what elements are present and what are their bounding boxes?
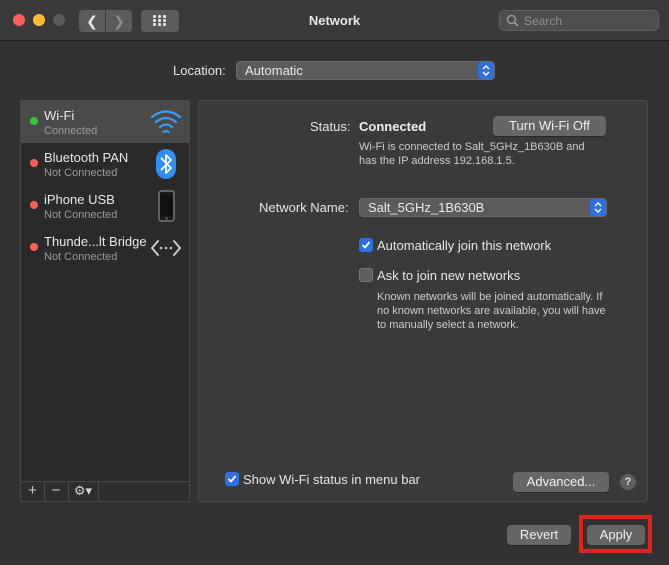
service-item-wifi[interactable]: Wi-Fi Connected: [21, 101, 189, 143]
service-state: Not Connected: [44, 209, 118, 221]
service-name: Wi-Fi: [44, 108, 75, 123]
bluetooth-icon: [156, 149, 176, 179]
service-list-toolbar: + − ⚙▾: [20, 482, 190, 502]
status-value: Connected: [359, 119, 427, 134]
search-icon: [506, 14, 519, 27]
status-dot: [30, 243, 38, 251]
updown-arrows-icon: [478, 62, 494, 79]
revert-button[interactable]: Revert: [507, 525, 571, 545]
auto-join-label[interactable]: Automatically join this network: [377, 238, 551, 253]
service-name: Bluetooth PAN: [44, 150, 129, 165]
checkmark-icon: [227, 475, 237, 483]
apply-highlight-box: [579, 515, 652, 553]
turn-wifi-off-button[interactable]: Turn Wi-Fi Off: [493, 116, 606, 136]
location-label: Location:: [173, 63, 226, 78]
remove-service-button[interactable]: −: [44, 482, 69, 501]
show-menubar-label[interactable]: Show Wi-Fi status in menu bar: [243, 472, 420, 487]
status-description-line: Wi-Fi is connected to Salt_5GHz_1B630B a…: [359, 141, 585, 153]
updown-arrows-icon: [590, 199, 606, 216]
status-description-line: has the IP address 192.168.1.5.: [359, 155, 515, 167]
ask-join-checkbox[interactable]: [359, 268, 373, 282]
service-item-iphone-usb[interactable]: iPhone USB Not Connected: [21, 185, 189, 227]
ask-join-description-line: to manually select a network.: [377, 319, 519, 331]
wifi-icon: [150, 110, 182, 134]
service-name: Thunde...lt Bridge: [44, 234, 147, 249]
status-dot: [30, 201, 38, 209]
thunderbolt-bridge-icon: [150, 240, 182, 256]
status-dot: [30, 159, 38, 167]
ask-join-description-line: Known networks will be joined automatica…: [377, 291, 603, 303]
service-state: Not Connected: [44, 251, 118, 263]
location-popup[interactable]: Automatic: [236, 61, 495, 80]
title-bar: ❮ ❯ Network Search: [0, 0, 669, 41]
ask-join-description-line: no known networks are available, you wil…: [377, 305, 606, 317]
search-field[interactable]: Search: [499, 10, 659, 31]
network-name-label: Network Name:: [259, 200, 349, 215]
service-item-thunderbolt-bridge[interactable]: Thunde...lt Bridge Not Connected: [21, 227, 189, 269]
checkmark-icon: [361, 241, 371, 249]
service-state: Not Connected: [44, 167, 118, 179]
advanced-button[interactable]: Advanced...: [513, 472, 609, 492]
auto-join-checkbox[interactable]: [359, 238, 373, 252]
add-service-button[interactable]: +: [21, 482, 45, 501]
service-name: iPhone USB: [44, 192, 115, 207]
network-name-value: Salt_5GHz_1B630B: [368, 200, 485, 215]
network-name-popup[interactable]: Salt_5GHz_1B630B: [359, 198, 607, 217]
status-dot: [30, 117, 38, 125]
search-placeholder: Search: [524, 14, 563, 28]
help-button[interactable]: ?: [620, 474, 636, 490]
ask-join-description: Known networks will be joined automatica…: [377, 290, 612, 332]
iphone-icon: [158, 190, 175, 222]
status-label: Status:: [310, 119, 351, 134]
show-menubar-checkbox[interactable]: [225, 472, 239, 486]
service-list[interactable]: Wi-Fi Connected Bluetooth PAN Not Connec…: [20, 100, 190, 482]
service-item-bluetooth-pan[interactable]: Bluetooth PAN Not Connected: [21, 143, 189, 185]
service-state: Connected: [44, 125, 98, 137]
location-value: Automatic: [245, 63, 303, 78]
gear-icon[interactable]: ⚙▾: [68, 482, 99, 501]
status-description: Wi-Fi is connected to Salt_5GHz_1B630B a…: [359, 140, 609, 168]
ask-join-label[interactable]: Ask to join new networks: [377, 268, 520, 283]
